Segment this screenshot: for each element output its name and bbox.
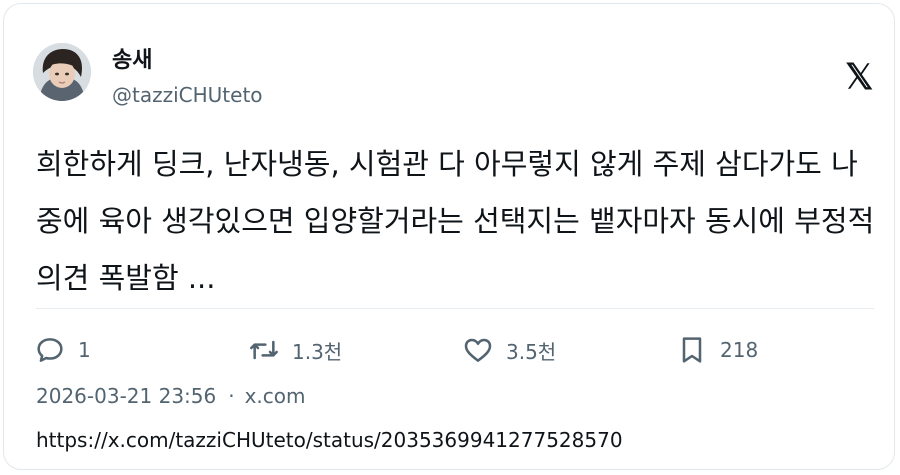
divider [36, 308, 874, 309]
like-count: 3.5천 [506, 339, 557, 364]
retweet-count: 1.3천 [292, 339, 343, 364]
avatar[interactable] [33, 43, 91, 101]
timestamp[interactable]: 2026-03-21 23:56 [36, 384, 216, 408]
meta-separator: · [228, 384, 235, 408]
like-button[interactable]: 3.5천 [462, 330, 556, 370]
tweet-text: 희한하게 딩크, 난자냉동, 시험관 다 아무렇지 않게 주제 삼다가도 나중에… [36, 147, 875, 295]
tweet-card: 송새 @tazziCHUteto 희한하게 딩크, 난자냉동, 시험관 다 아무… [3, 3, 895, 470]
bookmark-icon [682, 337, 702, 363]
source-link[interactable]: x.com [245, 384, 306, 408]
bookmark-count: 218 [720, 338, 759, 362]
reply-bubble-icon [37, 338, 63, 362]
user-handle[interactable]: @tazziCHUteto [112, 83, 263, 107]
retweet-icon [250, 340, 278, 360]
tweet-meta: 2026-03-21 23:56 · x.com [36, 384, 306, 408]
display-name[interactable]: 송새 [112, 42, 152, 74]
bookmark-button[interactable]: 218 [676, 330, 758, 370]
heart-icon [464, 338, 492, 362]
retweet-button[interactable]: 1.3천 [248, 330, 342, 370]
avatar-image [33, 43, 91, 101]
status-url[interactable]: https://x.com/tazziCHUteto/status/203536… [36, 428, 623, 452]
x-logo-icon[interactable] [842, 59, 876, 93]
reply-button[interactable]: 1 [34, 330, 91, 370]
reply-count: 1 [78, 338, 91, 362]
